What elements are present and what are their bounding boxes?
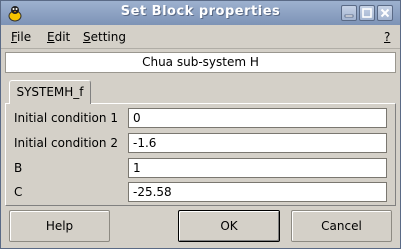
field-label-initial-condition-1: Initial condition 1 — [14, 111, 118, 125]
dialog-window: Set Block properties File Edit Setting ?… — [0, 0, 401, 249]
maximize-button[interactable] — [359, 5, 375, 21]
block-subtitle: Chua sub-system H — [5, 52, 396, 73]
menu-edit[interactable]: Edit — [47, 30, 70, 44]
initial-condition-1-input[interactable]: 0 — [128, 108, 387, 128]
menu-setting[interactable]: Setting — [83, 30, 126, 44]
menu-help[interactable]: ? — [384, 30, 390, 44]
minimize-button[interactable] — [341, 5, 357, 21]
tab-systemh-f[interactable]: SYSTEMH_f — [9, 80, 91, 104]
b-input[interactable]: 1 — [128, 158, 387, 178]
close-icon — [380, 8, 390, 18]
c-input[interactable]: -25.58 — [128, 182, 387, 202]
close-button[interactable] — [377, 5, 393, 21]
initial-condition-2-input[interactable]: -1.6 — [128, 133, 387, 153]
menu-setting-mnemonic: S — [83, 30, 91, 44]
menu-edit-mnemonic: E — [47, 30, 55, 44]
ok-button[interactable]: OK — [178, 210, 280, 242]
cancel-button[interactable]: Cancel — [291, 210, 392, 242]
field-label-c: C — [14, 185, 23, 199]
menu-file-label: ile — [17, 30, 32, 44]
field-label-b: B — [14, 161, 23, 175]
title-bar[interactable]: Set Block properties — [1, 1, 400, 25]
help-button[interactable]: Help — [9, 210, 110, 242]
menu-bar: File Edit Setting ? — [1, 25, 400, 49]
minimize-icon — [344, 14, 354, 18]
menu-file[interactable]: File — [11, 30, 31, 44]
maximize-icon — [362, 8, 372, 18]
menu-edit-label: dit — [54, 30, 71, 44]
menu-setting-label: etting — [90, 30, 126, 44]
menu-help-label: ? — [384, 30, 391, 44]
field-label-initial-condition-2: Initial condition 2 — [14, 136, 118, 150]
